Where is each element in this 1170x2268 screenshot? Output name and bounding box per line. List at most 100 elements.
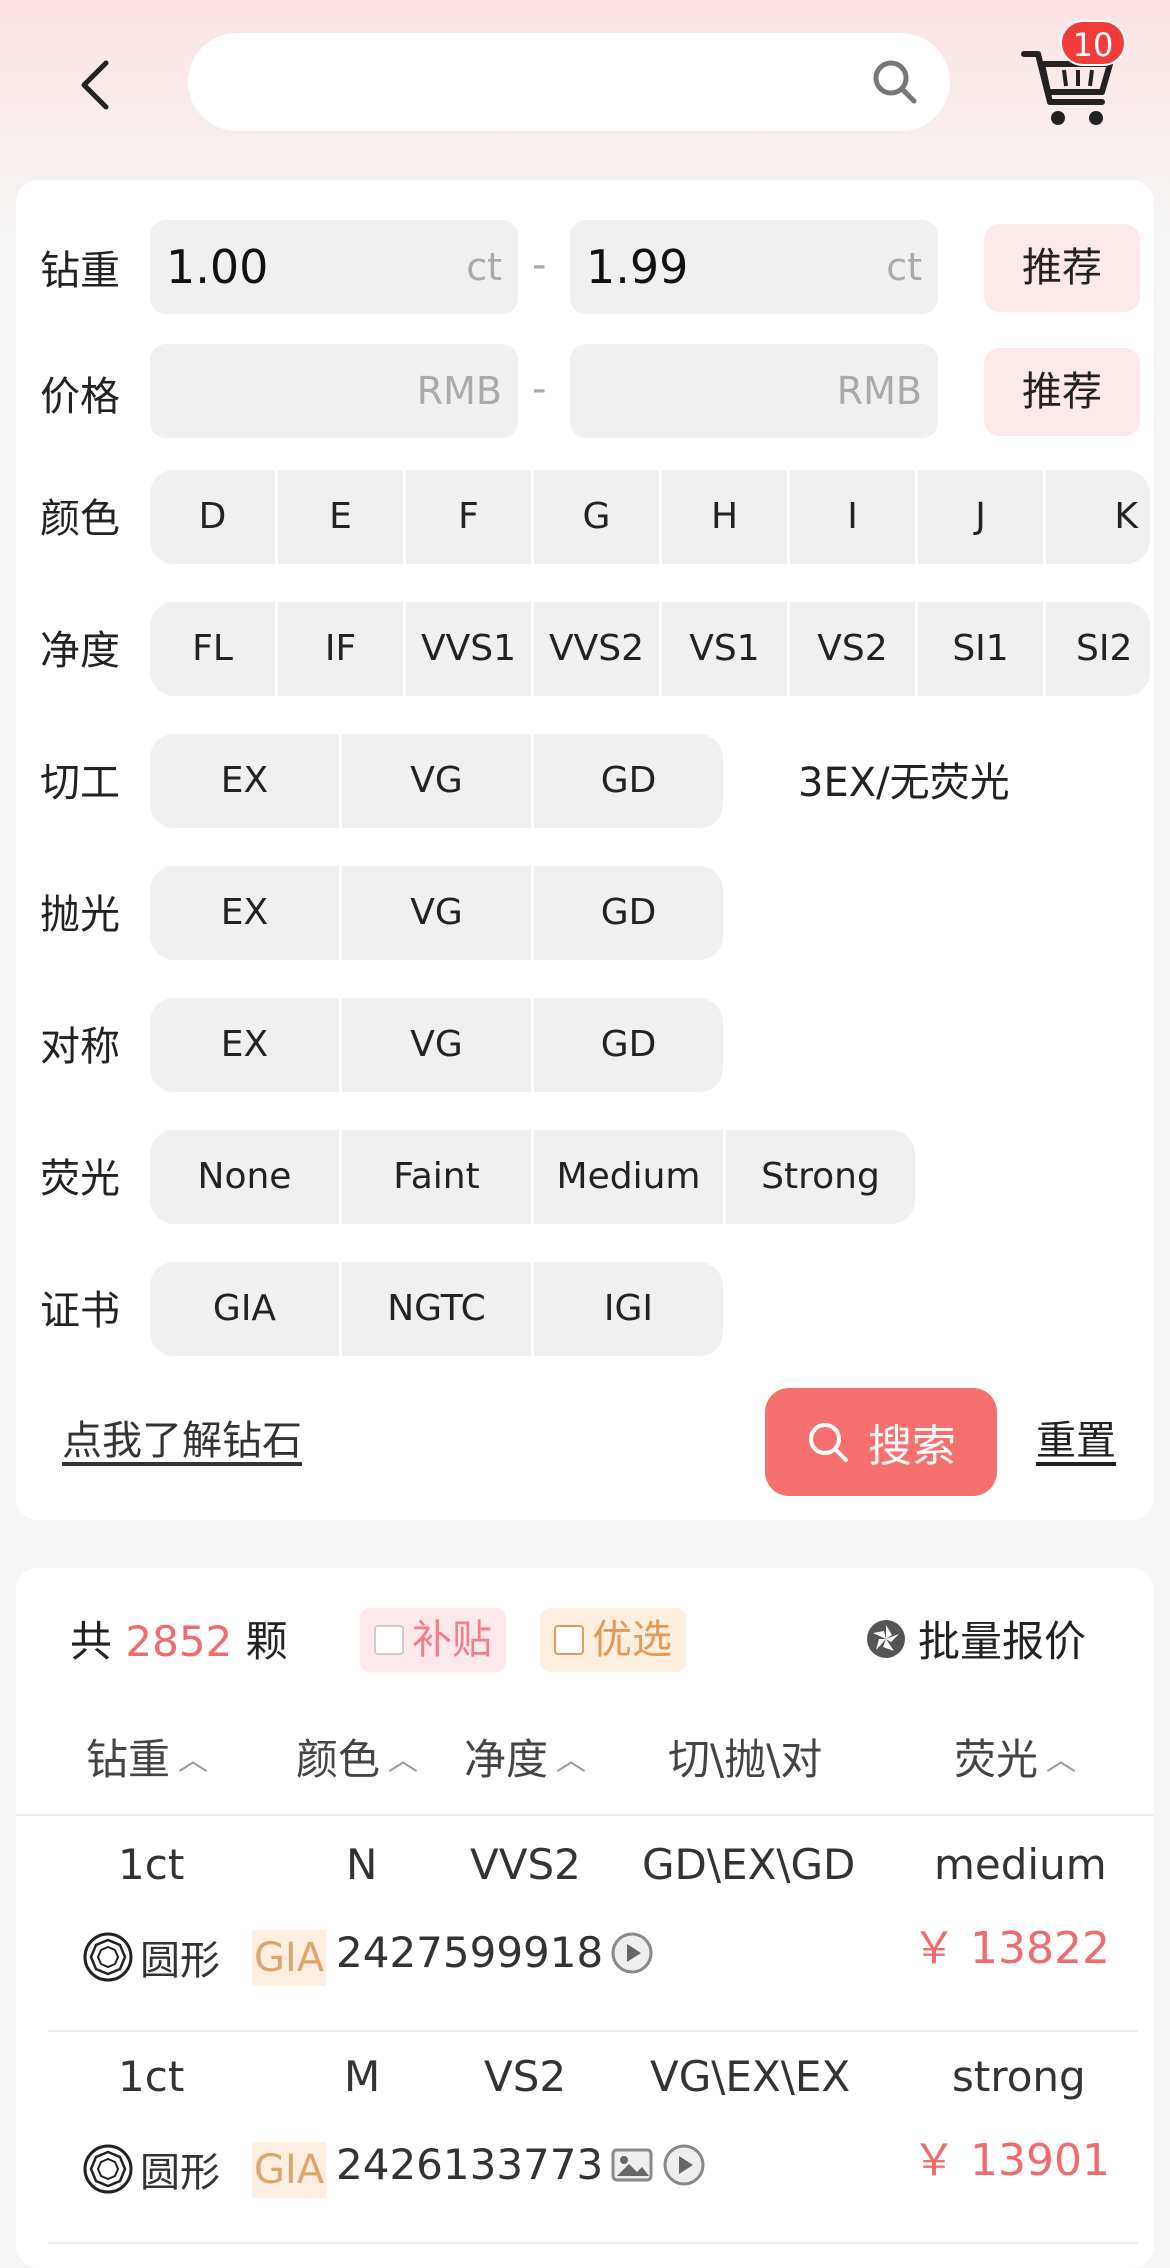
certificate-number: 2426133773 (336, 2140, 707, 2189)
polish-options: EX VG GD (150, 866, 723, 960)
color-option-d[interactable]: D (150, 470, 275, 564)
row-price: ￥ 13901 (912, 2135, 1110, 2186)
lab-badge: GIA (252, 2142, 327, 2198)
filter-panel: 钻重 1.00 ct - 1.99 ct 推荐 价格 RMB - RMB 推荐 … (16, 180, 1154, 1520)
cps-column-label: 切\抛\对 (668, 1735, 823, 1784)
price-min-field[interactable]: RMB (150, 344, 518, 438)
row-fluorescence: medium (934, 1840, 1107, 1889)
certificate-label: 证书 (40, 1288, 120, 1334)
color-option-f[interactable]: F (406, 470, 531, 564)
row-clarity: VS2 (484, 2052, 567, 2101)
search-icon (809, 1423, 848, 1462)
certificate-option-ngtc[interactable]: NGTC (342, 1262, 531, 1356)
weight-label: 钻重 (40, 248, 120, 294)
cart-count-badge: 10 (1060, 20, 1126, 66)
fluorescence-option-none[interactable]: None (150, 1130, 339, 1224)
color-option-e[interactable]: E (278, 470, 403, 564)
chevron-up-icon: ︿ (1046, 1742, 1077, 1778)
shape-label: 圆形 (140, 1938, 220, 1984)
clarity-option-vs2[interactable]: VS2 (790, 602, 915, 696)
symmetry-option-ex[interactable]: EX (150, 998, 339, 1092)
preferred-label: 优选 (592, 1617, 672, 1663)
weight-recommend-button[interactable]: 推荐 (984, 224, 1140, 312)
weight-min-value: 1.00 (166, 240, 269, 294)
batch-quote-button[interactable]: 批量报价 (864, 1608, 1086, 1669)
chevron-left-icon (81, 60, 109, 110)
sort-weight-header[interactable]: 钻重 ︿ (86, 1726, 208, 1787)
search-button[interactable]: 搜索 (765, 1388, 997, 1496)
weight-max-field[interactable]: 1.99 ct (570, 220, 938, 314)
learn-diamond-link[interactable]: 点我了解钻石 (62, 1408, 302, 1466)
fluorescence-option-faint[interactable]: Faint (342, 1130, 531, 1224)
play-video-icon[interactable] (609, 1930, 655, 1976)
symmetry-option-gd[interactable]: GD (534, 998, 723, 1092)
price-label: 价格 (40, 374, 120, 420)
sort-fluorescence-header[interactable]: 荧光 ︿ (954, 1726, 1076, 1787)
price-recommend-button[interactable]: 推荐 (984, 348, 1140, 436)
fluorescence-label: 荧光 (40, 1156, 120, 1202)
weight-min-unit: ct (466, 245, 502, 289)
color-option-j[interactable]: J (918, 470, 1043, 564)
color-option-k[interactable]: K (1046, 470, 1150, 564)
cut-label: 切工 (40, 760, 120, 806)
polish-option-ex[interactable]: EX (150, 866, 339, 960)
fluorescence-option-medium[interactable]: Medium (534, 1130, 723, 1224)
row-weight: 1ct (118, 2052, 185, 2101)
lab-badge: GIA (252, 1930, 327, 1986)
header: 10 (0, 0, 1170, 170)
clarity-option-if[interactable]: IF (278, 602, 403, 696)
search-icon[interactable] (870, 57, 920, 107)
clarity-option-vs1[interactable]: VS1 (662, 602, 787, 696)
color-option-g[interactable]: G (534, 470, 659, 564)
polish-option-vg[interactable]: VG (342, 866, 531, 960)
cut-polish-symmetry-header: 切\抛\对 (668, 1726, 822, 1787)
3ex-no-fluorescence-option[interactable]: 3EX/无荧光 (798, 750, 1010, 808)
header-divider (16, 1814, 1154, 1816)
shape-label: 圆形 (140, 2150, 220, 2196)
polish-option-gd[interactable]: GD (534, 866, 723, 960)
weight-min-field[interactable]: 1.00 ct (150, 220, 518, 314)
clarity-option-si1[interactable]: SI1 (918, 602, 1043, 696)
cut-options: EX VG GD (150, 734, 723, 828)
symmetry-option-vg[interactable]: VG (342, 998, 531, 1092)
symmetry-options: EX VG GD (150, 998, 723, 1092)
search-input[interactable] (188, 33, 950, 131)
fluorescence-option-strong[interactable]: Strong (726, 1130, 915, 1224)
clarity-column-label: 净度 (464, 1735, 549, 1784)
fluorescence-options: None Faint Medium Strong (150, 1130, 915, 1224)
clarity-option-vvs2[interactable]: VVS2 (534, 602, 659, 696)
preferred-filter-checkbox[interactable]: 优选 (540, 1608, 686, 1672)
count-suffix: 颗 (245, 1617, 288, 1666)
back-button[interactable] (70, 50, 120, 120)
certificate-option-igi[interactable]: IGI (534, 1262, 723, 1356)
table-row[interactable]: 1ct M VS2 VG\EX\EX strong 圆形 GIA 2426133… (16, 2030, 1154, 2242)
clarity-option-fl[interactable]: FL (150, 602, 275, 696)
subsidy-filter-checkbox[interactable]: 补贴 (360, 1608, 506, 1672)
certificate-number: 2427599918 (336, 1928, 655, 1977)
row-color: N (346, 1840, 378, 1889)
play-video-icon[interactable] (661, 2142, 707, 2188)
color-column-label: 颜色 (296, 1735, 381, 1784)
certificate-options: GIA NGTC IGI (150, 1262, 723, 1356)
sort-clarity-header[interactable]: 净度 ︿ (464, 1726, 586, 1787)
sort-color-header[interactable]: 颜色 ︿ (296, 1726, 418, 1787)
table-row[interactable]: 1ct N VVS2 GD\EX\GD medium 圆形 GIA 242759… (16, 1818, 1154, 2030)
clarity-option-vvs1[interactable]: VVS1 (406, 602, 531, 696)
cut-option-gd[interactable]: GD (534, 734, 723, 828)
clarity-option-si2[interactable]: SI2 (1046, 602, 1150, 696)
row-shape: 圆形 (82, 1928, 220, 1986)
row-shape: 圆形 (82, 2140, 220, 2198)
reset-link[interactable]: 重置 (1036, 1408, 1116, 1466)
search-button-label: 搜索 (868, 1421, 956, 1472)
color-option-i[interactable]: I (790, 470, 915, 564)
certificate-option-gia[interactable]: GIA (150, 1262, 339, 1356)
price-max-field[interactable]: RMB (570, 344, 938, 438)
count-prefix: 共 (70, 1617, 113, 1666)
cut-option-ex[interactable]: EX (150, 734, 339, 828)
image-icon[interactable] (609, 2142, 655, 2188)
cut-option-vg[interactable]: VG (342, 734, 531, 828)
chevron-up-icon: ︿ (388, 1742, 419, 1778)
color-option-h[interactable]: H (662, 470, 787, 564)
color-options: D E F G H I J K (150, 470, 1150, 564)
clarity-options: FL IF VVS1 VVS2 VS1 VS2 SI1 SI2 (150, 602, 1150, 696)
